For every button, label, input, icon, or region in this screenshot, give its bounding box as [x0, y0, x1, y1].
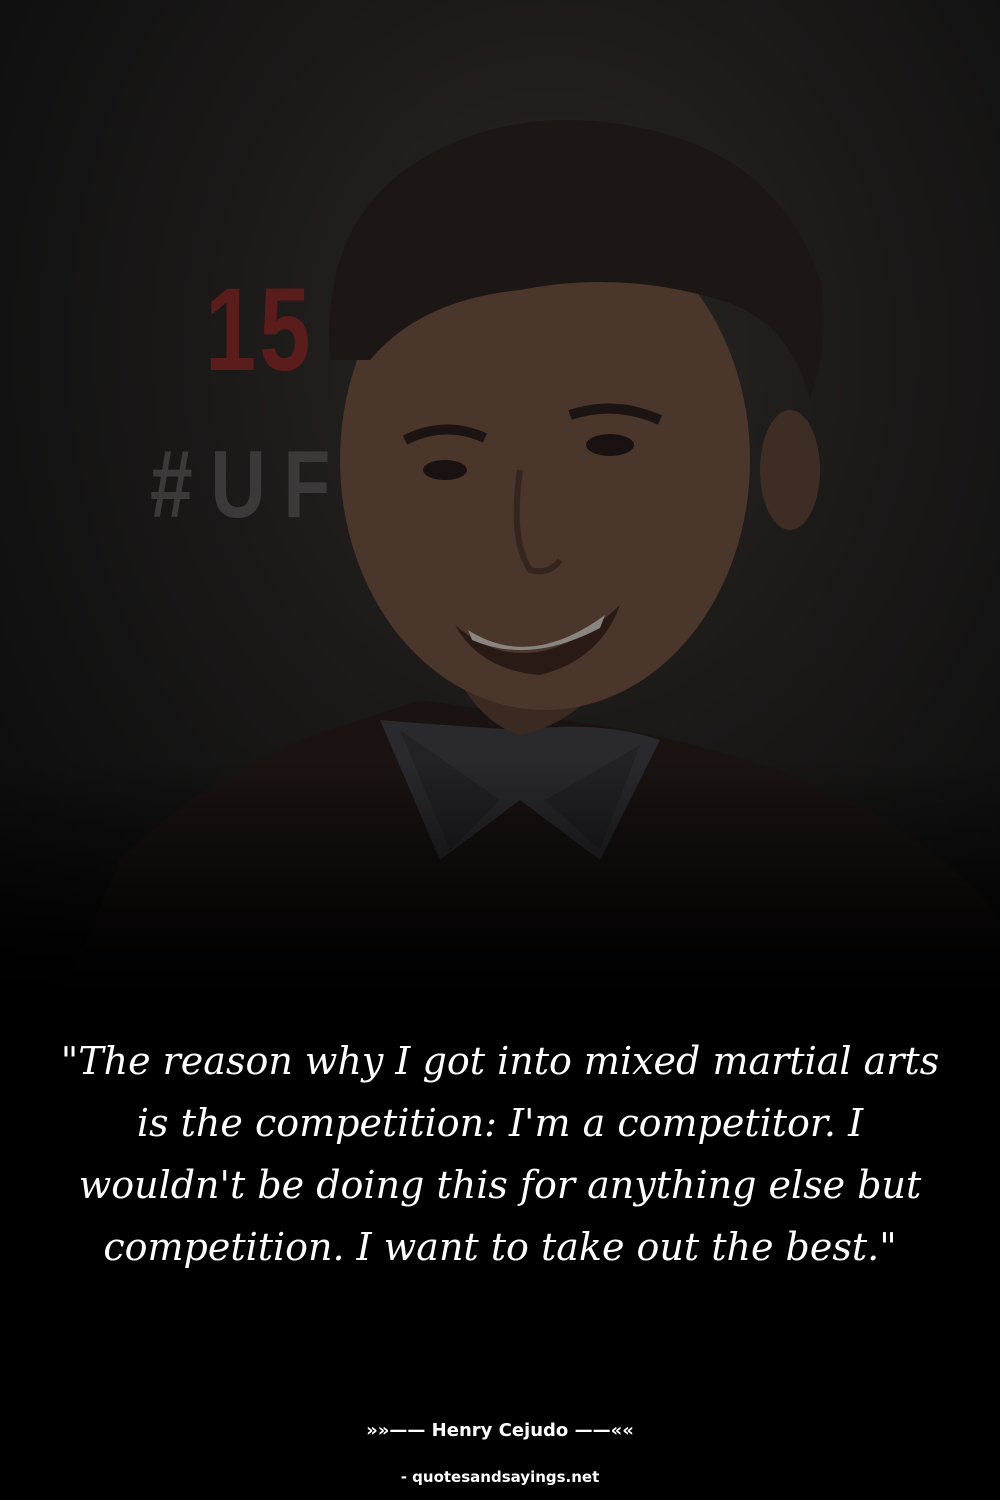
quote-text: "The reason why I got into mixed martial…: [60, 1039, 940, 1269]
portrait-photo: 15 #UF: [0, 0, 1000, 1000]
quote-author: »»—— Henry Cejudo ——««: [366, 1420, 634, 1441]
quote-card: 15 #UF "The reason why I got into mixed …: [0, 0, 1000, 1500]
photo-fade: [0, 760, 1000, 1000]
source-link[interactable]: - quotesandsayings.net: [0, 1468, 1000, 1486]
